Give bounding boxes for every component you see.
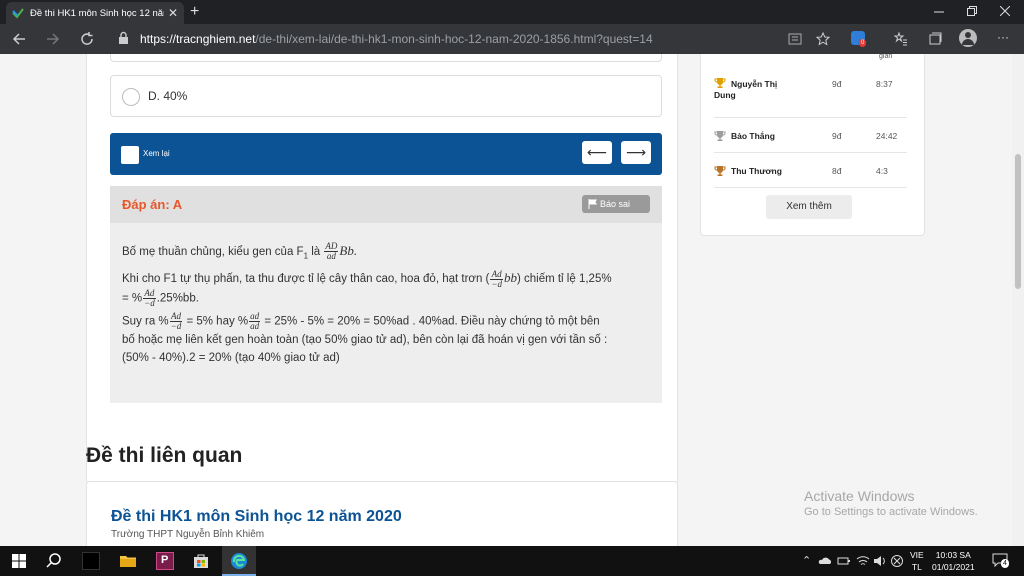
url-path: /de-thi/xem-lai/de-thi-hk1-mon-sinh-hoc-… bbox=[255, 32, 653, 46]
explanation-line-1: Bố mẹ thuần chủng, kiểu gen của F1 là AD… bbox=[122, 241, 358, 262]
leaderboard-name: Nguyễn Thị Dung bbox=[714, 79, 778, 100]
notifications-count: 4 bbox=[1001, 559, 1009, 568]
windows-start-icon[interactable] bbox=[10, 552, 28, 570]
url-scheme: https:// bbox=[140, 32, 177, 46]
activate-windows-watermark: Activate Windows Go to Settings to activ… bbox=[804, 488, 978, 518]
close-window-icon[interactable] bbox=[1000, 6, 1010, 16]
windows-taskbar: P ⌃ VIE TL 10:03 SA 01/01/2021 4 bbox=[0, 546, 1024, 576]
leaderboard-time-header: gian bbox=[879, 54, 893, 60]
leaderboard-row: Nguyễn Thị Dung 9đ 8:37 bbox=[714, 72, 907, 118]
minimize-icon[interactable] bbox=[934, 7, 944, 17]
leaderboard-time: 8:37 bbox=[876, 79, 893, 89]
no-signal-icon[interactable] bbox=[890, 554, 904, 568]
battery-icon[interactable] bbox=[837, 554, 851, 568]
review-label: Xem lại bbox=[143, 149, 170, 158]
vertical-scrollbar[interactable] bbox=[1012, 54, 1024, 546]
leaderboard-name: Thu Thương bbox=[731, 166, 782, 176]
favorites-list-icon[interactable] bbox=[894, 32, 908, 46]
watermark-subtitle: Go to Settings to activate Windows. bbox=[804, 506, 978, 518]
review-bar: Xem lại ⟵ ⟶ bbox=[110, 133, 662, 175]
tab-close-icon[interactable]: ✕ bbox=[168, 6, 178, 20]
favorite-star-icon[interactable] bbox=[816, 32, 830, 46]
search-icon[interactable] bbox=[45, 552, 63, 570]
file-explorer-icon[interactable] bbox=[119, 552, 137, 570]
leaderboard-panel: gian Nguyễn Thị Dung 9đ 8:37 Bảo Thắng 9… bbox=[700, 54, 925, 236]
fraction: ad ad bbox=[249, 310, 261, 331]
fraction: Ad −d bbox=[169, 310, 183, 331]
clock-date: 01/01/2021 bbox=[932, 562, 975, 572]
answer-box: Đáp án: A Báo sai Bố mẹ thuần chủng, kiể… bbox=[110, 186, 662, 403]
leaderboard-name: Bảo Thắng bbox=[731, 131, 775, 141]
option-c[interactable] bbox=[110, 54, 662, 62]
scrollbar-thumb[interactable] bbox=[1015, 154, 1021, 289]
input-language[interactable]: VIE TL bbox=[910, 549, 924, 573]
leaderboard-time: 4:3 bbox=[876, 166, 888, 176]
next-question-button[interactable]: ⟶ bbox=[621, 141, 651, 164]
review-checkbox[interactable] bbox=[121, 146, 139, 164]
leaderboard-time: 24:42 bbox=[876, 131, 898, 141]
related-exams-heading: Đề thi liên quan bbox=[86, 444, 243, 467]
leaderboard-score: 9đ bbox=[832, 79, 842, 89]
system-clock[interactable]: 10:03 SA 01/01/2021 bbox=[932, 549, 975, 573]
extension-badge: 0 bbox=[859, 39, 867, 47]
option-d[interactable]: D. 40% bbox=[110, 75, 662, 117]
see-more-button[interactable]: Xem thêm bbox=[766, 195, 852, 219]
trophy-bronze-icon bbox=[714, 166, 726, 176]
leaderboard-row: Bảo Thắng 9đ 24:42 bbox=[714, 118, 907, 153]
option-d-label: D. 40% bbox=[148, 89, 188, 103]
volume-icon[interactable] bbox=[873, 554, 887, 568]
answer-header: Đáp án: A Báo sai bbox=[110, 186, 662, 223]
store-icon[interactable] bbox=[192, 552, 210, 570]
flag-icon bbox=[588, 199, 597, 209]
explanation-line-3: Suy ra % Ad −d = 5% hay % ad ad = 25% - 5% =… bbox=[122, 310, 608, 364]
settings-menu-button[interactable]: ··· bbox=[997, 30, 1009, 44]
back-arrow-icon[interactable] bbox=[12, 32, 26, 46]
refresh-icon[interactable] bbox=[80, 32, 94, 46]
watermark-title: Activate Windows bbox=[804, 488, 915, 504]
prev-question-button[interactable]: ⟵ bbox=[582, 141, 612, 164]
restore-icon[interactable] bbox=[967, 6, 977, 16]
collections-icon[interactable] bbox=[928, 32, 942, 46]
app-icon[interactable]: P bbox=[156, 552, 174, 570]
leaderboard-score: 9đ bbox=[832, 131, 842, 141]
forward-arrow-icon[interactable] bbox=[46, 32, 60, 46]
tab-title: Đề thi HK1 môn Sinh học 12 năm bbox=[30, 7, 164, 19]
wifi-icon[interactable] bbox=[856, 554, 870, 568]
tab-active[interactable]: Đề thi HK1 môn Sinh học 12 năm ✕ bbox=[6, 2, 184, 24]
leaderboard-score: 8đ bbox=[832, 166, 842, 176]
address-bar: https://tracnghiem.net/de-thi/xem-lai/de… bbox=[0, 24, 1024, 54]
new-tab-button[interactable]: + bbox=[190, 3, 199, 21]
onedrive-icon[interactable] bbox=[818, 554, 832, 568]
trophy-silver-icon bbox=[714, 131, 726, 141]
site-favicon-icon bbox=[12, 8, 24, 19]
lock-icon[interactable] bbox=[118, 31, 129, 45]
related-exam-school: Trường THPT Nguyễn Bỉnh Khiêm bbox=[111, 529, 265, 540]
leaderboard-row: Thu Thương 8đ 4:3 bbox=[714, 153, 907, 188]
notifications-icon[interactable]: 4 bbox=[992, 553, 1009, 568]
tab-strip: Đề thi HK1 môn Sinh học 12 năm ✕ + bbox=[0, 0, 1024, 24]
report-error-button[interactable]: Báo sai bbox=[582, 195, 650, 213]
option-d-radio[interactable] bbox=[122, 88, 140, 106]
clock-time: 10:03 SA bbox=[935, 550, 971, 560]
url-host: tracnghiem.net bbox=[176, 32, 256, 46]
url-field[interactable]: https://tracnghiem.net/de-thi/xem-lai/de… bbox=[140, 32, 653, 46]
answer-label: Đáp án: A bbox=[122, 197, 183, 212]
page-content: D. 40% Xem lại ⟵ ⟶ Đáp án: A Báo sai Bố … bbox=[0, 54, 1012, 546]
fraction: Ad −d bbox=[143, 287, 156, 308]
explanation-line-2: Khi cho F1 tự thụ phấn, ta thu được tỉ l… bbox=[122, 268, 612, 308]
edge-icon bbox=[231, 553, 247, 569]
related-exam-title[interactable]: Đề thi HK1 môn Sinh học 12 năm 2020 bbox=[111, 508, 402, 526]
related-exam-card[interactable]: Đề thi HK1 môn Sinh học 12 năm 2020 Trườ… bbox=[86, 481, 678, 546]
fraction: Ad −d bbox=[490, 268, 503, 289]
answer-explanation: Bố mẹ thuần chủng, kiểu gen của F1 là AD… bbox=[122, 242, 647, 371]
extension-icon[interactable]: 0 bbox=[851, 31, 867, 47]
fraction: AD ad bbox=[324, 241, 339, 262]
tray-chevron-icon[interactable]: ⌃ bbox=[802, 554, 811, 567]
reader-mode-icon[interactable] bbox=[788, 32, 802, 46]
edge-taskbar-button[interactable] bbox=[222, 546, 256, 576]
task-view-icon[interactable] bbox=[82, 552, 100, 570]
profile-avatar[interactable] bbox=[959, 29, 977, 47]
report-error-label: Báo sai bbox=[600, 199, 631, 209]
